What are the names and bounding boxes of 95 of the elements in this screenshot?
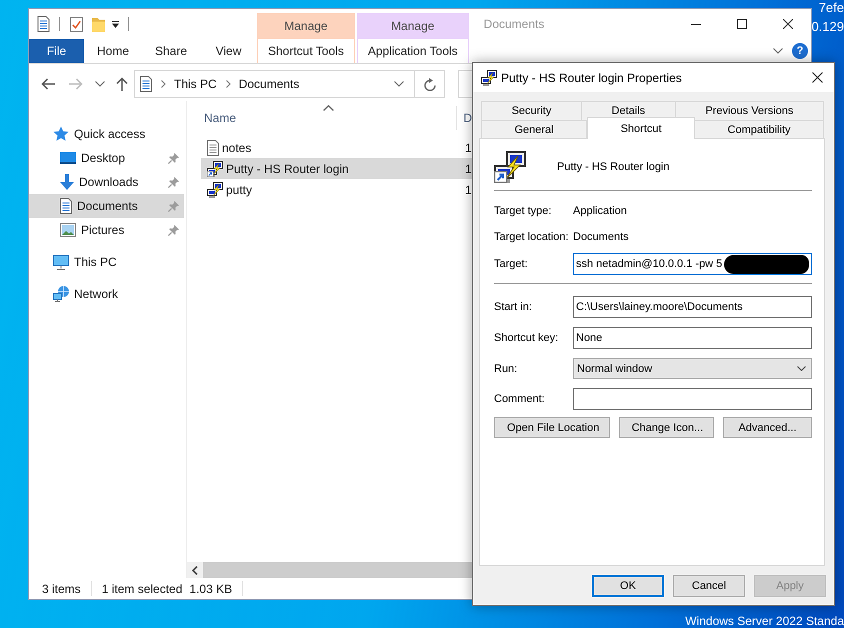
caret-left-icon (192, 566, 198, 574)
computer-lightning-icon (481, 70, 497, 86)
shortcut-name-text: Putty - HS Router login (557, 161, 670, 173)
text-file-icon (207, 140, 219, 156)
field-label: Target location: (494, 230, 570, 242)
chevron-down-icon (95, 81, 105, 87)
file-name: Putty - HS Router login (226, 162, 349, 176)
desktop-info-text: 7efe (818, 0, 844, 17)
table-cell-text: 1 (464, 162, 472, 176)
file-name: notes (222, 140, 252, 154)
maximize-icon (737, 19, 747, 29)
document-icon (140, 76, 152, 92)
nav-item[interactable]: Desktop (29, 146, 184, 170)
window-title: Documents (484, 17, 546, 31)
dialog-button[interactable]: OK (592, 575, 664, 597)
breadcrumb-item[interactable]: This PC (174, 74, 217, 94)
computer-lightning-shortcut-icon (207, 160, 223, 176)
address-bar[interactable]: This PC Documents (134, 70, 445, 98)
dropdown-caret-icon[interactable] (112, 20, 119, 28)
file-row[interactable]: putty 1 (201, 179, 472, 200)
tab[interactable]: Security (481, 101, 582, 120)
input-field[interactable]: None (573, 327, 812, 349)
nav-item[interactable]: This PC (29, 250, 184, 274)
computer-lightning-icon (207, 182, 223, 198)
picture-icon (60, 223, 76, 237)
nav-item[interactable]: Documents (29, 194, 184, 218)
input-field[interactable]: C:\Users\lainey.moore\Documents (573, 296, 812, 318)
chevron-down-icon (797, 366, 806, 371)
table-cell-text: 1 (464, 182, 472, 196)
field-label: Target: (494, 258, 529, 270)
left-arrow-icon (41, 78, 55, 90)
file-row[interactable]: Putty - HS Router login 1 (201, 158, 472, 179)
close-icon (783, 19, 793, 29)
field-value-text: Documents (573, 230, 629, 242)
field-label: Comment: (494, 393, 546, 405)
tab[interactable]: Shortcut (587, 117, 696, 139)
dialog-button[interactable]: Cancel (673, 575, 745, 597)
document-icon (37, 16, 50, 32)
file-row[interactable]: notes 1 (201, 137, 472, 158)
column-header[interactable]: Name (201, 106, 458, 130)
scrollbar-thumb[interactable] (203, 562, 472, 578)
file-tab[interactable]: File (29, 39, 84, 63)
chevron-right-icon (161, 80, 166, 88)
scroll-left-button[interactable] (187, 562, 203, 578)
refresh-icon (424, 77, 436, 91)
breadcrumb-item[interactable]: Documents (238, 74, 300, 94)
input-field[interactable]: ssh netadmin@10.0.0.1 -pw 5 (573, 253, 812, 275)
network-icon (53, 286, 69, 302)
field-label: Target type: (494, 204, 552, 216)
ribbon-tab[interactable]: Home (84, 39, 142, 63)
chevron-down-icon (773, 48, 783, 54)
computer-lightning-shortcut-icon (494, 151, 526, 183)
nav-item[interactable]: Quick access (29, 122, 184, 146)
help-button[interactable]: ? (792, 43, 808, 59)
dropdown-field[interactable]: Normal window (573, 358, 812, 379)
dialog-title: Putty - HS Router login Properties (501, 70, 683, 84)
chevron-down-icon (394, 81, 404, 87)
star-icon (53, 126, 69, 142)
action-button[interactable]: Open File Location (494, 417, 610, 438)
tab[interactable]: Previous Versions (676, 101, 824, 120)
ribbon-tab[interactable]: Shortcut Tools (257, 39, 355, 63)
desktop-info-text: 0.129 (811, 18, 844, 36)
chevron-right-icon (226, 80, 231, 88)
field-label: Run: (494, 362, 518, 374)
selection-size-text: 1.03 KB (189, 582, 232, 596)
close-icon (812, 72, 822, 83)
computer-icon (53, 254, 69, 270)
tab[interactable]: Compatibility (695, 120, 824, 138)
right-arrow-icon (69, 78, 83, 90)
input-field[interactable] (573, 388, 812, 410)
ribbon-tab[interactable]: View (200, 39, 257, 63)
checked-document-icon[interactable] (70, 16, 83, 32)
ribbon-tab[interactable]: Share (142, 39, 200, 63)
action-button[interactable]: Change Icon... (618, 417, 714, 438)
field-label: Start in: (494, 301, 533, 313)
document-icon (60, 198, 72, 214)
down-arrow-icon (60, 174, 74, 190)
action-button[interactable]: Advanced... (723, 417, 812, 438)
tab[interactable]: General (481, 120, 588, 138)
contextual-tab-header: Manage (356, 13, 469, 39)
table-cell-text: 1 (464, 140, 472, 154)
windows-edition-text: Windows Server 2022 Standa (685, 614, 844, 628)
selection-text: 1 item selected (102, 582, 182, 596)
field-label: Shortcut key: (494, 332, 560, 344)
contextual-tab-header: Manage (257, 13, 355, 39)
file-name: putty (226, 182, 252, 196)
nav-item[interactable]: Pictures (29, 218, 184, 242)
nav-item[interactable]: Downloads (29, 170, 184, 194)
nav-item[interactable]: Network (29, 282, 184, 306)
field-value-text: Application (573, 204, 627, 216)
desktop-icon (60, 152, 76, 164)
item-count-text: 3 items (42, 582, 81, 596)
column-header[interactable]: D (457, 106, 472, 130)
ribbon-tab[interactable]: Application Tools (356, 39, 469, 63)
up-arrow-icon (116, 77, 128, 91)
